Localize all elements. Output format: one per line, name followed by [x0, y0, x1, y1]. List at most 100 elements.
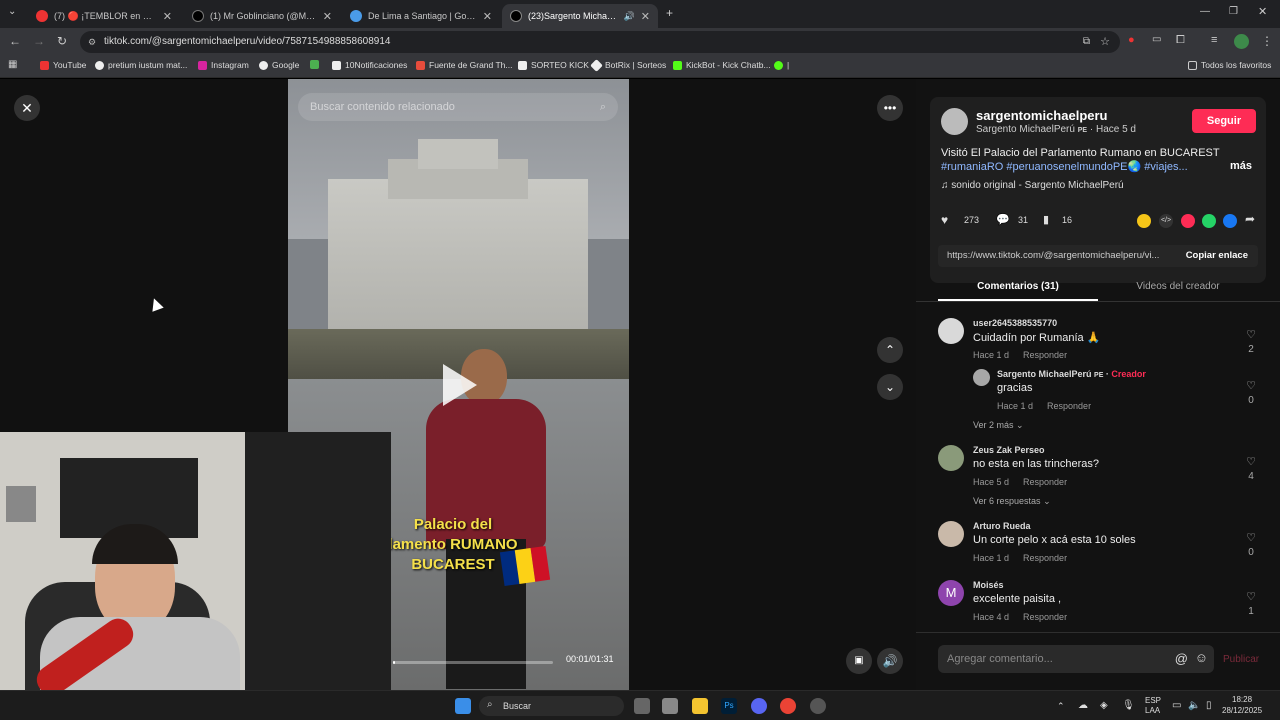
site-info-icon[interactable]: ⚙ — [88, 31, 96, 53]
close-tab-icon[interactable]: ✕ — [163, 10, 172, 23]
publish-button[interactable]: Publicar — [1223, 654, 1259, 665]
keyboard-layout[interactable]: LAA — [1145, 706, 1160, 715]
comment-username[interactable]: Zeus Zak Perseo — [973, 445, 1045, 455]
language-code[interactable]: ESP — [1145, 696, 1161, 705]
avatar[interactable] — [938, 521, 964, 547]
bookmark-grand-theft[interactable]: Fuente de Grand Th... — [416, 60, 512, 70]
bookmark-icon[interactable]: ▮ — [1043, 213, 1049, 226]
tray-expand-icon[interactable]: ⌃ — [1057, 701, 1065, 712]
reply-button[interactable]: Responder — [1047, 401, 1091, 411]
profile-avatar[interactable] — [1234, 34, 1249, 49]
security-icon[interactable]: ◈ — [1100, 700, 1108, 711]
network-icon[interactable]: ▭ — [1172, 700, 1181, 711]
like-heart-icon[interactable]: ♡ — [1244, 328, 1258, 341]
taskbar-search[interactable]: ⌕ Buscar — [479, 696, 624, 716]
tab-1[interactable]: (7) 🔴 ¡TEMBLOR en VIVO! 🚨 | ✕ — [28, 4, 180, 28]
tab-2[interactable]: (1) Mr Goblinciano (@MGoblinc ✕ — [184, 4, 340, 28]
clock-date[interactable]: 28/12/2025 — [1222, 706, 1262, 715]
sound-row[interactable]: ♫ sonido original - Sargento MichaelPerú — [941, 180, 1124, 191]
battery-icon[interactable]: ▯ — [1206, 700, 1212, 711]
close-window-icon[interactable]: ✕ — [1258, 5, 1267, 18]
address-bar[interactable]: ⚙ tiktok.com/@sargentomichaelperu/video/… — [80, 31, 1120, 53]
reload-icon[interactable]: ↻ — [57, 34, 67, 48]
tab-comments[interactable]: Comentarios (31) — [938, 281, 1098, 292]
bookmark-pretium[interactable]: pretium iustum mat... — [95, 60, 187, 70]
like-heart-icon[interactable]: ♡ — [1244, 531, 1258, 544]
bookmark-star-icon[interactable]: ☆ — [1100, 31, 1110, 53]
photoshop-icon[interactable]: Ps — [721, 698, 737, 714]
reply-button[interactable]: Responder — [1023, 553, 1067, 563]
hashtags[interactable]: #rumaniaRO #peruanosenelmundoPE🌏 #viajes… — [941, 160, 1241, 174]
reading-list-icon[interactable]: ≡ — [1211, 34, 1217, 46]
bookmark-kickbot[interactable]: KickBot - Kick Chatb... — [673, 60, 771, 70]
discord-icon[interactable] — [751, 698, 767, 714]
volume-icon[interactable]: 🔊 — [877, 648, 903, 674]
extension-icon[interactable]: ▭ — [1152, 34, 1161, 45]
author-username[interactable]: sargentomichaelperu — [976, 108, 1108, 123]
see-more-replies[interactable]: Ver 2 más ⌄ — [973, 420, 1024, 431]
emoji-icon[interactable]: ☺ — [1195, 650, 1208, 665]
mention-icon[interactable]: @ — [1175, 651, 1188, 666]
related-search-input[interactable]: Buscar contenido relacionado ⌕ — [298, 93, 618, 121]
comment-username[interactable]: Arturo Rueda — [973, 521, 1031, 531]
clock-time[interactable]: 18:28 — [1232, 695, 1252, 704]
comment-input[interactable]: Agregar comentario... @ ☺ — [938, 645, 1214, 673]
floating-player-icon[interactable]: ▣ — [846, 648, 872, 674]
audio-playing-icon[interactable]: 🔊 — [624, 11, 635, 22]
avatar[interactable] — [973, 369, 990, 386]
minimize-icon[interactable]: — — [1200, 6, 1210, 17]
embed-icon[interactable]: </> — [1159, 214, 1173, 228]
apps-grid-icon[interactable]: ▦ — [8, 59, 17, 70]
avatar[interactable] — [938, 318, 964, 344]
avatar[interactable] — [938, 445, 964, 471]
close-tab-icon[interactable]: ✕ — [641, 10, 650, 23]
comment-icon[interactable]: 💬 — [996, 213, 1010, 226]
like-heart-icon[interactable]: ♡ — [1244, 455, 1258, 468]
microphone-icon[interactable]: 🎙 — [1122, 700, 1135, 711]
comment-username[interactable]: Moisés — [973, 580, 1004, 590]
bookmark-kick-2[interactable]: | — [774, 60, 789, 70]
extensions-puzzle-icon[interactable]: ⧠ — [1176, 34, 1185, 47]
tab-creator-videos[interactable]: Videos del creador — [1098, 281, 1258, 292]
send-icon[interactable] — [1181, 214, 1195, 228]
close-tab-icon[interactable]: ✕ — [483, 10, 492, 23]
app-icon[interactable] — [662, 698, 678, 714]
menu-kebab-icon[interactable]: ⋮ — [1261, 34, 1273, 48]
bookmark-youtube[interactable]: YouTube — [40, 60, 86, 70]
tab-3[interactable]: De Lima a Santiago | Google V ✕ — [342, 4, 500, 28]
windows-start-icon[interactable] — [455, 698, 471, 714]
like-heart-icon[interactable]: ♡ — [1244, 590, 1258, 603]
onedrive-icon[interactable]: ☁ — [1078, 700, 1088, 711]
previous-video-icon[interactable]: ⌃ — [877, 337, 903, 363]
more-button[interactable]: más — [1230, 160, 1252, 172]
avatar[interactable]: M — [938, 580, 964, 606]
heart-icon[interactable]: ♥ — [941, 213, 948, 227]
forward-icon[interactable]: → — [33, 34, 45, 48]
back-icon[interactable]: ← — [9, 34, 21, 48]
bookmark-sorteo-kick[interactable]: SORTEO KICK — [518, 60, 589, 70]
reply-button[interactable]: Responder — [1023, 612, 1067, 622]
repost-icon[interactable] — [1137, 214, 1151, 228]
follow-button[interactable]: Seguir — [1192, 109, 1256, 133]
play-icon[interactable] — [443, 364, 477, 406]
obs-icon[interactable] — [810, 698, 826, 714]
bookmark-unnamed[interactable] — [310, 60, 323, 69]
tab-4-active[interactable]: (23)Sargento MichaelPerú 🔊 ✕ — [502, 4, 658, 28]
reply-author[interactable]: Sargento MichaelPerú PE · Creador — [997, 369, 1146, 379]
new-tab-icon[interactable]: + — [666, 6, 673, 20]
share-arrow-icon[interactable]: ➦ — [1245, 212, 1255, 226]
author-avatar[interactable] — [941, 108, 968, 135]
speaker-icon[interactable]: 🔈 — [1188, 700, 1200, 711]
file-explorer-icon[interactable] — [692, 698, 708, 714]
bookmark-botrix[interactable]: BotRix | Sorteos — [590, 58, 666, 72]
copy-link-button[interactable]: Copiar enlace — [1186, 250, 1248, 261]
more-options-icon[interactable]: ••• — [877, 95, 903, 121]
search-icon[interactable]: ⌕ — [600, 93, 606, 121]
whatsapp-icon[interactable] — [1202, 214, 1216, 228]
reply-button[interactable]: Responder — [1023, 477, 1067, 487]
all-bookmarks[interactable]: Todos los favoritos — [1188, 60, 1271, 70]
video-progress-bar[interactable] — [393, 661, 553, 664]
reply-button[interactable]: Responder — [1023, 350, 1067, 360]
bookmark-google[interactable]: Google — [259, 60, 299, 70]
task-view-icon[interactable] — [634, 698, 650, 714]
